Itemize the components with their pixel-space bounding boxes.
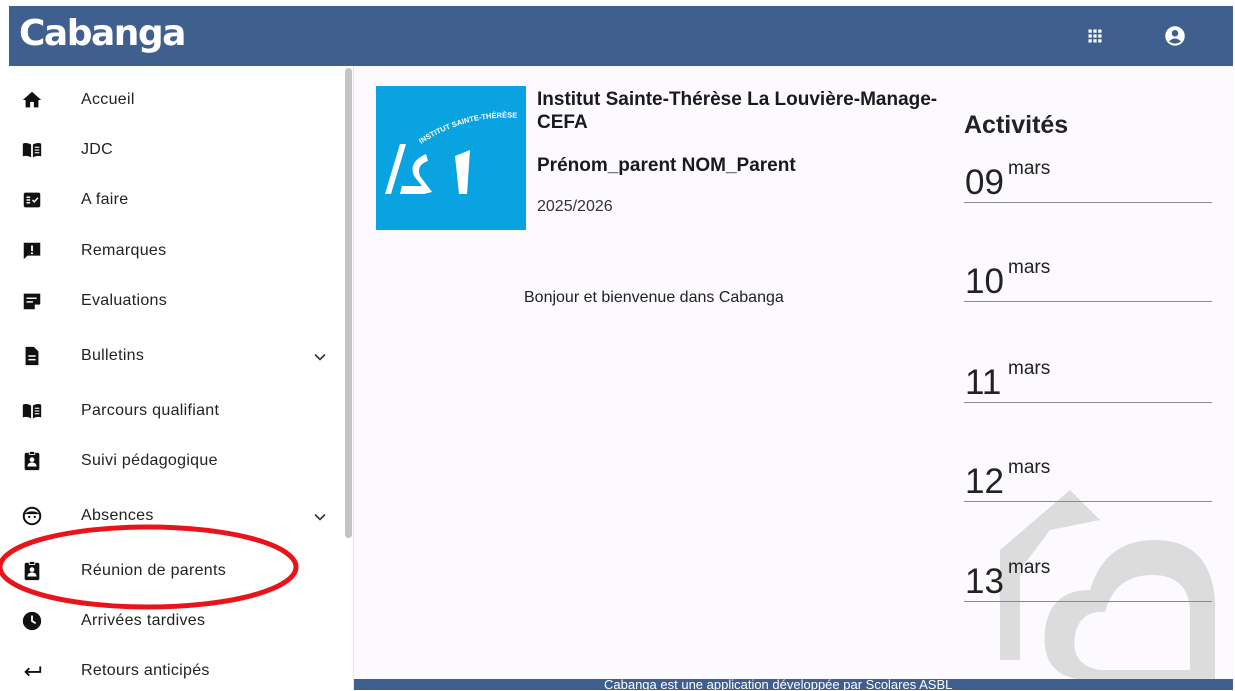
sidebar-item-label: Retours anticipés [81, 662, 210, 679]
app-logo[interactable]: Cabanga [19, 13, 186, 54]
home-icon [22, 91, 42, 108]
sidebar-item-label: JDC [81, 141, 114, 158]
book-icon [22, 142, 42, 158]
activity-day[interactable]: 13 mars [964, 557, 1212, 602]
sidebar-item-suivi-pedagogique[interactable]: Suivi pédagogique [9, 441, 344, 481]
day-month: mars [1008, 257, 1051, 278]
app-header: Cabanga [9, 6, 1233, 66]
sidebar-item-jdc[interactable]: JDC [9, 130, 344, 170]
sidebar-scrollbar[interactable] [345, 68, 352, 538]
activity-day[interactable]: 10 mars [964, 257, 1212, 302]
sidebar-item-label: Parcours qualifiant [81, 402, 220, 419]
sidebar-item-label: Remarques [81, 242, 167, 259]
sidebar-item-label: Evaluations [81, 292, 168, 309]
svg-text:INSTITUT SAINTE-THÉRÈSE: INSTITUT SAINTE-THÉRÈSE [417, 111, 517, 146]
activities-title: Activités [964, 111, 1069, 139]
sidebar-item-label: A faire [81, 191, 129, 208]
clipboard-user-icon [24, 560, 40, 581]
day-month: mars [1008, 557, 1051, 578]
sidebar-item-retours-anticipes[interactable]: Retours anticipés [9, 651, 344, 691]
sidebar-item-bulletins[interactable]: Bulletins [9, 336, 344, 376]
day-number: 11 [965, 363, 1002, 402]
activity-day[interactable]: 09 mars [964, 158, 1212, 203]
day-number: 12 [965, 462, 1004, 501]
sidebar: Accueil JDC A faire Remarques Evaluation… [9, 66, 354, 690]
sidebar-item-parcours-qualifiant[interactable]: Parcours qualifiant [9, 391, 344, 431]
chevron-down-icon[interactable] [310, 507, 330, 527]
footer: Cabanga est une application développée p… [354, 679, 1233, 690]
clipboard-user-icon [24, 450, 40, 471]
school-logo: INSTITUT SAINTE-THÉRÈSE [376, 86, 526, 230]
sidebar-item-label: Réunion de parents [81, 562, 227, 579]
day-month: mars [1008, 457, 1051, 478]
school-year: 2025/2026 [537, 198, 613, 215]
footer-text: Cabanga est une application développée p… [604, 679, 953, 690]
activity-day[interactable]: 11 mars [964, 358, 1212, 403]
sidebar-item-label: Absences [81, 507, 154, 524]
parent-name: Prénom_parent NOM_Parent [537, 155, 796, 176]
school-logo-text: INSTITUT SAINTE-THÉRÈSE [417, 111, 517, 146]
apps-grid-icon[interactable] [1082, 23, 1108, 49]
day-month: mars [1008, 158, 1051, 179]
sidebar-item-remarques[interactable]: Remarques [9, 231, 344, 271]
sidebar-item-a-faire[interactable]: A faire [9, 180, 344, 220]
account-circle-icon[interactable] [1162, 23, 1188, 49]
return-arrow-icon [24, 666, 42, 677]
sidebar-item-label: Suivi pédagogique [81, 452, 218, 469]
sidebar-item-absences[interactable]: Absences [9, 496, 344, 536]
day-number: 13 [965, 562, 1004, 601]
sidebar-item-evaluations[interactable]: Evaluations [9, 281, 344, 321]
day-month: mars [1008, 358, 1051, 379]
sidebar-item-arrivees-tardives[interactable]: Arrivées tardives [9, 601, 344, 641]
isi-logo-icon: INSTITUT SAINTE-THÉRÈSE [385, 111, 517, 194]
book-icon [22, 403, 42, 419]
sidebar-item-label: Accueil [81, 91, 135, 108]
sidebar-item-label: Arrivées tardives [81, 612, 206, 629]
day-number: 10 [965, 262, 1004, 301]
face-icon [22, 506, 42, 526]
clock-icon [22, 611, 42, 631]
school-name: Institut Sainte-Thérèse La Louvière-Mana… [537, 89, 938, 133]
day-number: 09 [965, 163, 1004, 202]
alert-comment-icon [23, 242, 41, 260]
welcome-message: Bonjour et bienvenue dans Cabanga [524, 289, 784, 306]
sidebar-item-reunion-de-parents[interactable]: Réunion de parents [9, 551, 344, 591]
activity-day[interactable]: 12 mars [964, 457, 1212, 502]
document-icon [25, 346, 39, 366]
checklist-icon [23, 192, 41, 208]
sidebar-item-label: Bulletins [81, 347, 145, 364]
sidebar-item-accueil[interactable]: Accueil [9, 80, 344, 120]
note-edit-icon [23, 293, 41, 310]
chevron-down-icon[interactable] [310, 347, 330, 367]
